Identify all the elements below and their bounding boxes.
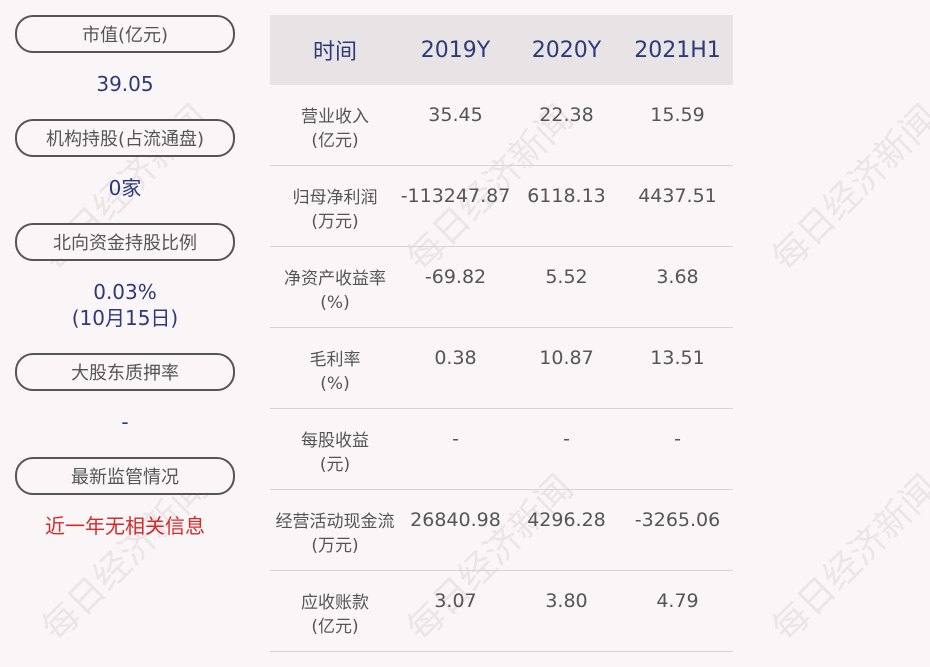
cell: 13.51: [650, 347, 705, 369]
cell: -: [563, 428, 570, 450]
cell: 22.38: [539, 104, 594, 126]
table-row: 净资产收益率 (%) -69.82 5.52 3.68: [270, 247, 733, 328]
pledge-rate-label: 大股东质押率: [15, 353, 235, 391]
cell: 26840.98: [410, 509, 501, 531]
cell: 3.80: [545, 590, 588, 612]
cell: -113247.87: [400, 185, 511, 207]
northbound-ratio-label: 北向资金持股比例: [15, 223, 235, 261]
cell: 35.45: [428, 104, 483, 126]
row-label: 毛利率 (%): [309, 350, 361, 394]
table-row: 每股收益 (元) - - -: [270, 409, 733, 490]
regulatory-label: 最新监管情况: [15, 457, 235, 495]
header-time: 时间: [312, 40, 357, 65]
watermark: 每日经济新闻: [764, 467, 930, 650]
row-label: 经营活动现金流 (万元): [275, 512, 395, 556]
summary-panel: 市值(亿元) 39.05 机构持股(占流通盘) 0家 北向资金持股比例 0.03…: [0, 0, 250, 667]
table-row: 归母净利润 (万元) -113247.87 6118.13 4437.51: [270, 166, 733, 247]
cell: -3265.06: [634, 509, 721, 531]
market-cap-value: 39.05: [96, 72, 154, 96]
cell: 4.79: [656, 590, 699, 612]
header-2020: 2020Y: [531, 37, 602, 63]
table-header: 时间 2019Y 2020Y 2021H1: [270, 15, 733, 85]
cell: 0.38: [434, 347, 477, 369]
table-row: 经营活动现金流 (万元) 26840.98 4296.28 -3265.06: [270, 490, 733, 571]
cell: 10.87: [539, 347, 594, 369]
institutional-holding-label: 机构持股(占流通盘): [15, 119, 235, 157]
row-label: 应收账款 (亿元): [301, 593, 369, 637]
cell: -: [674, 428, 681, 450]
cell: 3.07: [434, 590, 477, 612]
institutional-holding-value: 0家: [108, 176, 142, 200]
cell: 3.68: [656, 266, 699, 288]
northbound-ratio-value: 0.03%: [93, 280, 157, 304]
row-label: 每股收益 (元): [301, 431, 369, 475]
cell: 15.59: [650, 104, 705, 126]
cell: 4296.28: [527, 509, 606, 531]
regulatory-value: 近一年无相关信息: [45, 514, 205, 538]
table-row: 毛利率 (%) 0.38 10.87 13.51: [270, 328, 733, 409]
header-2021h1: 2021H1: [634, 37, 721, 63]
cell: -69.82: [424, 266, 487, 288]
cell: 4437.51: [638, 185, 717, 207]
cell: 6118.13: [527, 185, 606, 207]
table-row: 营业收入 (亿元) 35.45 22.38 15.59: [270, 85, 733, 166]
table-row: 应收账款 (亿元) 3.07 3.80 4.79: [270, 571, 733, 652]
financial-table: 时间 2019Y 2020Y 2021H1 营业收入 (亿元) 35.45 22.…: [270, 15, 733, 652]
market-cap-label: 市值(亿元): [15, 15, 235, 53]
cell: 5.52: [545, 266, 588, 288]
pledge-rate-value: -: [121, 410, 129, 434]
row-label: 营业收入 (亿元): [301, 107, 369, 151]
header-2019: 2019Y: [420, 37, 491, 63]
row-label: 归母净利润 (万元): [292, 188, 378, 232]
watermark: 每日经济新闻: [764, 97, 930, 280]
northbound-ratio-date: (10月15日): [71, 306, 179, 330]
row-label: 净资产收益率 (%): [284, 269, 386, 313]
cell: -: [452, 428, 459, 450]
